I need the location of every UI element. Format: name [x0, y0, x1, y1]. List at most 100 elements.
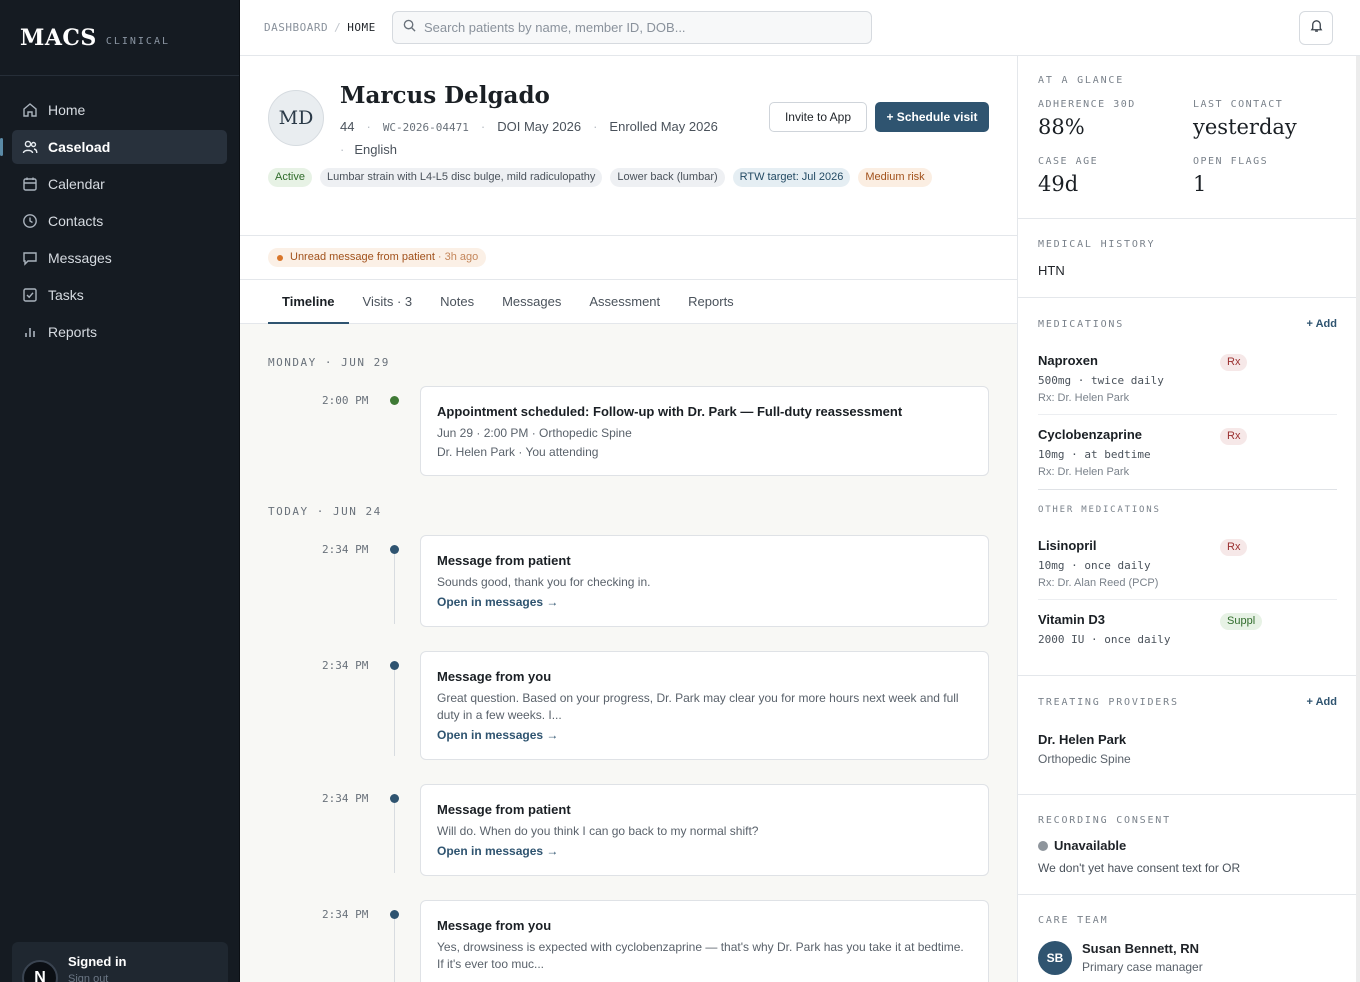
- recording-consent-section: RECORDING CONSENT Unavailable We don't y…: [1018, 795, 1357, 895]
- signed-in-label: Signed in: [68, 954, 127, 969]
- sidebar-item-tasks[interactable]: Tasks: [12, 278, 227, 312]
- at-a-glance-section: AT A GLANCE ADHERENCE 30D 88% LAST CONTA…: [1018, 56, 1357, 219]
- sidebar-nav: Home Caseload Calendar Contacts Messages…: [0, 76, 239, 369]
- timeline-card[interactable]: Message from you Great question. Based o…: [420, 651, 989, 760]
- timeline-dot: [390, 661, 399, 670]
- search-box: [392, 11, 872, 44]
- tab-assessment[interactable]: Assessment: [575, 280, 674, 324]
- event-title: Message from patient: [437, 802, 571, 817]
- open-in-messages-link[interactable]: Open in messages →: [437, 728, 972, 742]
- stat-value-adherence: 88%: [1038, 115, 1085, 139]
- timeline-card[interactable]: Message from you Yes, drowsiness is expe…: [420, 900, 989, 982]
- sidebar-item-reports[interactable]: Reports: [12, 315, 227, 349]
- sidebar-item-calendar[interactable]: Calendar: [12, 167, 227, 201]
- breadcrumb: DASHBOARD / HOME: [264, 21, 376, 34]
- divider: [1038, 489, 1337, 490]
- section-label: RECORDING CONSENT: [1038, 815, 1171, 826]
- message-icon: [22, 250, 38, 266]
- notifications-button[interactable]: [1299, 11, 1333, 45]
- medication-name: Naproxen: [1038, 353, 1098, 368]
- medication-dose: 2000 IU · once daily: [1038, 633, 1171, 646]
- add-provider-button[interactable]: + Add: [1307, 696, 1337, 708]
- stat-label: CASE AGE: [1038, 156, 1099, 167]
- provider-specialty: Orthopedic Spine: [1038, 752, 1131, 766]
- section-label: CARE TEAM: [1038, 915, 1109, 926]
- medical-history-value: HTN: [1038, 263, 1065, 278]
- patient-avatar: MD: [268, 90, 324, 146]
- contacts-icon: [22, 213, 38, 229]
- status-badge: Active: [268, 168, 312, 187]
- bar-chart-icon: [22, 324, 38, 340]
- rtw-target-chip: RTW target: Jul 2026: [732, 168, 851, 187]
- timeline-card[interactable]: Message from patient Sounds good, thank …: [420, 535, 989, 627]
- open-in-messages-link[interactable]: Open in messages →: [437, 844, 972, 858]
- tab-timeline[interactable]: Timeline: [268, 280, 349, 324]
- signed-in-card: N Signed in Sign out: [12, 942, 228, 982]
- patient-member-id: WC-2026-04471: [382, 121, 469, 134]
- schedule-visit-button[interactable]: + Schedule visit: [875, 102, 989, 132]
- breadcrumb-home: HOME: [347, 21, 376, 34]
- sidebar-item-label: Calendar: [48, 176, 105, 192]
- timeline-dot: [390, 910, 399, 919]
- unread-message-alert[interactable]: Unread message from patient · 3h ago: [268, 248, 487, 267]
- sidebar-item-contacts[interactable]: Contacts: [12, 204, 227, 238]
- patient-age: 44: [340, 119, 355, 134]
- treating-providers-section: TREATING PROVIDERS + Add Dr. Helen Park …: [1018, 676, 1357, 795]
- user-avatar[interactable]: N: [22, 960, 58, 982]
- event-title: Message from you: [437, 669, 552, 684]
- open-in-messages-link[interactable]: Open in messages →: [437, 595, 972, 609]
- brand-subtitle: CLINICAL: [105, 36, 170, 47]
- add-medication-button[interactable]: + Add: [1307, 318, 1337, 330]
- medications-section: MEDICATIONS + Add Naproxen Rx 500mg · tw…: [1018, 298, 1357, 676]
- sidebar-item-caseload[interactable]: Caseload: [0, 130, 227, 164]
- section-label: AT A GLANCE: [1038, 75, 1125, 86]
- brand[interactable]: MACS CLINICAL: [0, 0, 239, 76]
- breadcrumb-dashboard[interactable]: DASHBOARD: [264, 21, 328, 34]
- timeline-card[interactable]: Message from patient Will do. When do yo…: [420, 784, 989, 876]
- divider: [1038, 414, 1337, 415]
- provider-name[interactable]: Dr. Helen Park: [1038, 732, 1126, 747]
- event-title: Appointment scheduled: Follow-up with Dr…: [437, 404, 903, 419]
- section-label: OTHER MEDICATIONS: [1038, 505, 1161, 515]
- care-team-name[interactable]: Susan Bennett, RN: [1082, 941, 1199, 956]
- patient-name: Marcus Delgado: [340, 82, 550, 109]
- scrollbar[interactable]: [1356, 56, 1360, 982]
- timeline-dot: [390, 545, 399, 554]
- brand-logo-text: MACS: [20, 24, 97, 51]
- sidebar-item-label: Tasks: [48, 287, 84, 303]
- sidebar-item-messages[interactable]: Messages: [12, 241, 227, 275]
- stat-label: OPEN FLAGS: [1193, 156, 1269, 167]
- body-region-chip: Lower back (lumbar): [610, 168, 725, 187]
- patient-header: MD Marcus Delgado 44 · WC-2026-04471 · DOI M…: [240, 56, 1017, 236]
- timeline-day-header: MONDAY · JUN 29: [268, 356, 390, 369]
- timeline-day-header: TODAY · JUN 24: [268, 505, 382, 518]
- sidebar-item-home[interactable]: Home: [12, 93, 227, 127]
- timeline-connector: [394, 919, 395, 982]
- sign-out-link[interactable]: Sign out: [68, 973, 216, 982]
- timeline-connector: [394, 670, 395, 756]
- event-body: Yes, drowsiness is expected with cyclobe…: [437, 940, 964, 971]
- sidebar-item-label: Contacts: [48, 213, 104, 229]
- event-time: 2:34 PM: [322, 792, 369, 805]
- event-body: Will do. When do you think I can go back…: [437, 824, 759, 838]
- patient-main: MD Marcus Delgado 44 · WC-2026-04471 · DOI M…: [240, 56, 1017, 982]
- section-label: MEDICAL HISTORY: [1038, 239, 1156, 250]
- care-team-avatar: SB: [1038, 941, 1072, 975]
- tab-reports[interactable]: Reports: [674, 280, 748, 324]
- sidebar: MACS CLINICAL Home Caseload Calendar Con…: [0, 0, 240, 982]
- alert-bar: Unread message from patient · 3h ago: [240, 236, 1017, 280]
- search-input[interactable]: [424, 20, 854, 35]
- tab-messages[interactable]: Messages: [488, 280, 575, 324]
- topbar: DASHBOARD / HOME: [240, 0, 1360, 56]
- rx-badge: Rx: [1220, 354, 1248, 371]
- tab-visits[interactable]: Visits · 3: [349, 280, 427, 324]
- tab-notes[interactable]: Notes: [426, 280, 488, 324]
- rx-badge: Rx: [1220, 539, 1248, 556]
- timeline: MONDAY · JUN 29 2:00 PM Appointment sche…: [240, 324, 1017, 982]
- invite-to-app-button[interactable]: Invite to App: [769, 102, 867, 132]
- patient-tabs: Timeline Visits · 3 Notes Messages Asses…: [240, 280, 1017, 324]
- checkbox-icon: [22, 287, 38, 303]
- medication-prescriber: Rx: Dr. Alan Reed (PCP): [1038, 577, 1159, 589]
- patient-language: English: [354, 142, 397, 157]
- timeline-card[interactable]: Appointment scheduled: Follow-up with Dr…: [420, 386, 989, 476]
